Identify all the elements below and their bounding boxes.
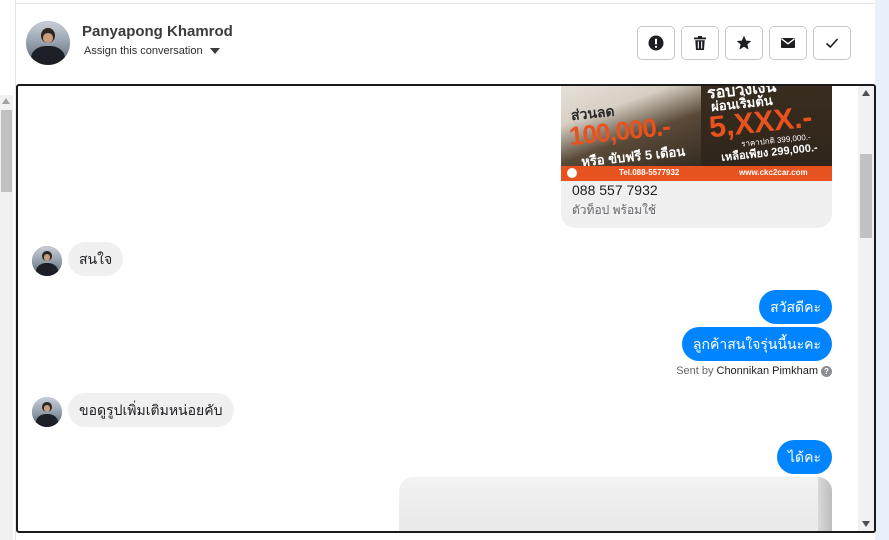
contact-avatar[interactable] [26, 21, 70, 65]
ad-preview-card[interactable]: รอบวงเงิน ส่วนลด 100,000.- หรือ ขับฟรี 5… [561, 86, 832, 228]
dealer-logo-icon [567, 168, 577, 178]
mark-done-button[interactable] [813, 26, 851, 60]
ad-image[interactable]: รอบวงเงิน ส่วนลด 100,000.- หรือ ขับฟรี 5… [561, 86, 832, 181]
mark-unread-button[interactable] [769, 26, 807, 60]
outer-scroll-up-arrow-icon[interactable] [2, 98, 10, 104]
assign-conversation-dropdown[interactable]: Assign this conversation [84, 45, 220, 57]
trash-icon [694, 36, 706, 50]
right-edge-panel [875, 0, 889, 540]
conversation-actions [637, 26, 851, 60]
incoming-message[interactable]: สนใจ [68, 242, 124, 276]
caret-down-icon [209, 48, 220, 54]
message-list: รอบวงเงิน ส่วนลด 100,000.- หรือ ขับฟรี 5… [18, 86, 858, 531]
report-button[interactable] [637, 26, 675, 60]
ad-banner-phone: Tel.088-5577932 [619, 168, 680, 177]
ad-subtitle: ตัวท็อป พร้อมใช้ [572, 203, 657, 217]
delete-button[interactable] [681, 26, 719, 60]
help-icon[interactable]: ? [821, 365, 832, 377]
sent-by-name[interactable]: Chonnikan Pimkham [717, 365, 819, 377]
checkmark-icon [825, 38, 839, 49]
top-divider [15, 3, 875, 4]
star-button[interactable] [725, 26, 763, 60]
sent-by-note: Sent by Chonnikan Pimkham ? [676, 365, 832, 377]
thread-scrollbar[interactable] [858, 86, 874, 531]
outer-scrollbar-thumb[interactable] [1, 110, 12, 192]
contact-name[interactable]: Panyapong Khamrod [82, 23, 233, 40]
sender-avatar[interactable] [32, 246, 62, 276]
outgoing-message[interactable]: สวัสดีคะ [759, 290, 832, 324]
outgoing-image-message[interactable] [399, 477, 832, 531]
message-thread[interactable]: รอบวงเงิน ส่วนลด 100,000.- หรือ ขับฟรี 5… [16, 84, 876, 533]
sender-avatar[interactable] [32, 397, 62, 427]
scroll-down-arrow-icon[interactable] [862, 521, 870, 527]
incoming-message[interactable]: ขอดูรูปเพิ่มเติมหน่อยคับ [68, 393, 234, 427]
outgoing-message[interactable]: ได้คะ [776, 440, 832, 474]
assign-label: Assign this conversation [84, 45, 203, 57]
ad-phone: 088 557 7932 [572, 182, 658, 198]
outgoing-message[interactable]: ลูกค้าสนใจรุ่นนี้นะคะ [681, 327, 832, 361]
inbox-conversation-view: Panyapong Khamrod Assign this conversati… [0, 0, 889, 540]
star-icon [736, 35, 752, 50]
alert-circle-icon [648, 35, 664, 51]
ad-banner-website: www.ckc2car.com [739, 168, 808, 177]
scroll-up-arrow-icon[interactable] [862, 90, 870, 96]
sent-by-prefix: Sent by [676, 365, 714, 377]
envelope-icon [781, 38, 795, 48]
thread-scrollbar-thumb[interactable] [860, 154, 872, 238]
